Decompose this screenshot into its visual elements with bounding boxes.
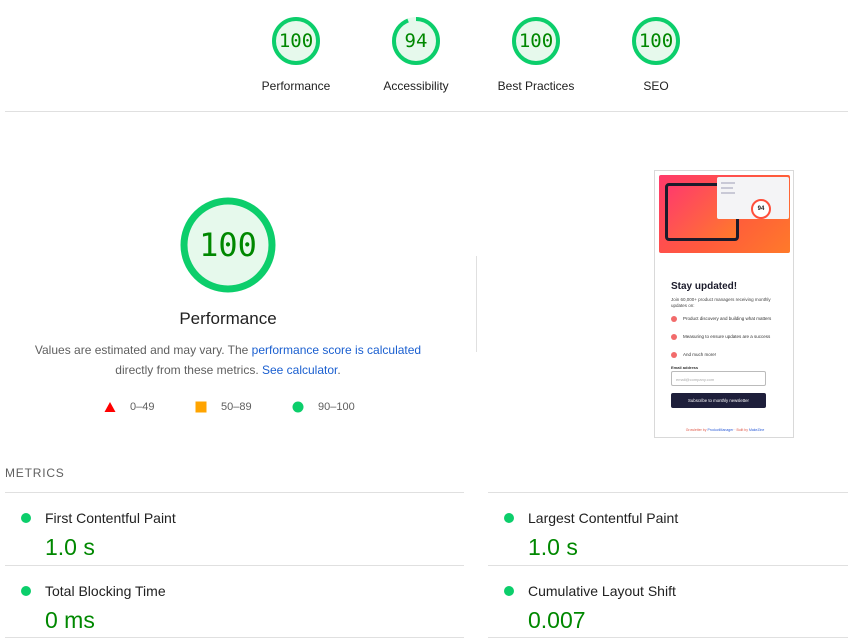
metric-divider	[5, 637, 464, 638]
pass-circle-icon	[504, 586, 514, 596]
metric-value: 0 ms	[45, 607, 95, 633]
desc-prefix: Values are estimated and may vary. The	[34, 343, 252, 357]
legend-average: 50–89	[195, 399, 265, 415]
metric-divider	[488, 637, 848, 638]
metric-divider	[488, 492, 848, 493]
thumbnail-score-badge: 94	[751, 199, 771, 219]
category-gauges: 100 Performance 94 Accessibility 100 Bes…	[0, 0, 848, 112]
pass-circle-icon	[504, 513, 514, 523]
square-icon	[195, 401, 207, 413]
metric-name: Largest Contentful Paint	[528, 510, 679, 526]
legend-fail-range: 0–49	[130, 401, 155, 413]
metric-divider	[5, 492, 464, 493]
vertical-separator	[476, 256, 477, 352]
thumbnail-hero-image: 94	[659, 175, 790, 253]
performance-score-link[interactable]: performance score is calculated	[252, 343, 421, 357]
gauge-best-practices[interactable]: 100 Best Practices	[476, 15, 596, 94]
thumbnail-subtitle: Join 60,000+ product managers receiving …	[671, 297, 771, 308]
thumbnail-bullet-text: Measuring to ensure updates are a succes…	[683, 334, 771, 339]
thumbnail-footer-prefix: Growletter by	[685, 428, 708, 432]
performance-big-score: 100	[199, 226, 257, 264]
desc-suffix: .	[337, 363, 341, 377]
bullet-dot-icon	[671, 334, 677, 340]
thumbnail-subscribe-button: Subscribe to monthly newsletter	[671, 393, 766, 408]
metric-divider	[488, 565, 848, 566]
legend-fail: 0–49	[104, 399, 174, 415]
performance-big-gauge: 100	[178, 195, 278, 295]
gauge-performance-score: 100	[278, 30, 314, 52]
gauge-performance[interactable]: 100 Performance	[236, 15, 356, 94]
bullet-dot-icon	[671, 316, 677, 322]
final-screenshot-thumbnail[interactable]: 94 Stay updated! Join 60,000+ product ma…	[654, 170, 794, 438]
metric-first-contentful-paint: First Contentful Paint 1.0 s	[5, 498, 365, 564]
thumbnail-footer-link: ProductManager	[707, 428, 734, 432]
performance-description: Values are estimated and may vary. The p…	[20, 340, 436, 380]
thumbnail-bullet-text: And much more!	[683, 352, 717, 357]
see-calculator-link[interactable]: See calculator	[262, 363, 337, 377]
metric-total-blocking-time: Total Blocking Time 0 ms	[5, 571, 365, 637]
thumbnail-email-label: Email address	[671, 365, 699, 370]
pass-circle-icon	[21, 513, 31, 523]
metric-value: 0.007	[528, 607, 586, 633]
performance-title: Performance	[179, 309, 277, 328]
desc-middle: directly from these metrics.	[115, 363, 262, 377]
header-divider	[5, 111, 848, 112]
gauge-performance-label: Performance	[261, 79, 331, 93]
thumbnail-email-input: email@company.com	[671, 371, 766, 386]
metrics-header: METRICS	[5, 466, 65, 480]
circle-icon	[292, 401, 304, 413]
triangle-icon	[104, 402, 116, 412]
metric-name: Total Blocking Time	[45, 583, 166, 599]
gauge-best-practices-label: Best Practices	[497, 79, 575, 93]
gauge-seo-label: SEO	[643, 79, 669, 93]
gauge-best-practices-score: 100	[518, 30, 554, 52]
pass-circle-icon	[21, 586, 31, 596]
thumbnail-title: Stay updated!	[671, 281, 738, 292]
metric-value: 1.0 s	[528, 534, 578, 560]
metric-value: 1.0 s	[45, 534, 95, 560]
metric-cumulative-layout-shift: Cumulative Layout Shift 0.007	[488, 571, 848, 637]
bullet-dot-icon	[671, 352, 677, 358]
thumbnail-footer-middle: · Built by	[733, 428, 749, 432]
gauge-accessibility-label: Accessibility	[383, 79, 449, 93]
gauge-accessibility-score: 94	[404, 30, 428, 52]
metric-name: Cumulative Layout Shift	[528, 583, 676, 599]
gauge-seo-score: 100	[638, 30, 674, 52]
thumbnail-footer-link: MakeZine	[748, 428, 765, 432]
metric-largest-contentful-paint: Largest Contentful Paint 1.0 s	[488, 498, 848, 564]
gauge-accessibility[interactable]: 94 Accessibility	[356, 15, 476, 94]
metric-divider	[5, 565, 464, 566]
legend-pass-range: 90–100	[318, 401, 355, 413]
metric-name: First Contentful Paint	[45, 510, 176, 526]
legend-pass: 90–100	[292, 399, 372, 415]
thumbnail-bullet-text: Product discovery and building what matt…	[683, 316, 772, 321]
gauge-seo[interactable]: 100 SEO	[596, 15, 716, 94]
thumbnail-footer: Growletter by ProductManager · Built by …	[655, 428, 793, 432]
legend-average-range: 50–89	[221, 401, 252, 413]
